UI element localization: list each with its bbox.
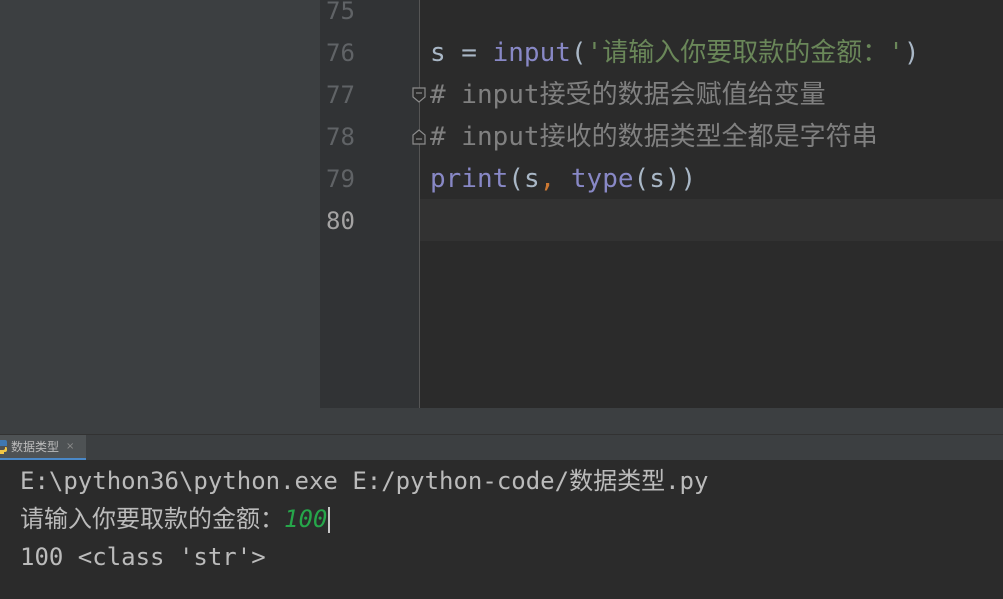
- code-area[interactable]: s = input('请输入你要取款的金额：') # input接受的数据会赋值…: [420, 0, 1003, 408]
- paren-token: (: [508, 164, 524, 194]
- console-output-line: 100 <class 'str'>: [20, 543, 266, 571]
- operator-token: =: [445, 38, 493, 68]
- paren-token: )): [664, 164, 697, 194]
- code-line-78[interactable]: # input接收的数据类型全都是字符串: [430, 116, 878, 158]
- current-line-highlight: [420, 199, 1003, 241]
- comma-token: ,: [539, 164, 556, 194]
- project-tool-window[interactable]: [0, 0, 320, 434]
- ide-window: 75 76 77 78 79 80 s = input('请输入你要取款的金额：…: [0, 0, 1003, 599]
- line-number: 75: [326, 0, 355, 25]
- line-number: 78: [326, 123, 355, 151]
- line-number: 76: [326, 39, 355, 67]
- code-line-76[interactable]: s = input('请输入你要取款的金额：'): [430, 32, 920, 74]
- close-icon[interactable]: ×: [66, 441, 74, 452]
- variable-token: s: [649, 164, 665, 194]
- paren-token: (: [633, 164, 650, 194]
- console-prompt: 请输入你要取款的金额：: [20, 505, 284, 533]
- builtin-token: input: [492, 38, 571, 68]
- code-editor[interactable]: 75 76 77 78 79 80 s = input('请输入你要取款的金额：…: [320, 0, 1003, 408]
- run-tab-data-types[interactable]: 数据类型 ×: [0, 435, 86, 461]
- python-icon: [0, 439, 7, 454]
- builtin-token: type: [570, 164, 634, 194]
- line-number: 79: [326, 165, 355, 193]
- variable-token: s: [430, 38, 446, 68]
- paren-token: (: [570, 38, 587, 68]
- console-user-input[interactable]: 100: [284, 505, 327, 533]
- paren-token: ): [903, 38, 920, 68]
- builtin-token: print: [430, 164, 509, 194]
- string-token: '请输入你要取款的金额：': [586, 38, 904, 68]
- variable-token: s: [523, 164, 540, 194]
- line-number: 77: [326, 81, 355, 109]
- run-tab-label: 数据类型: [11, 440, 60, 454]
- console-prompt-line: 请输入你要取款的金额：100: [20, 500, 331, 538]
- line-number-gutter[interactable]: 75 76 77 78 79 80: [320, 0, 426, 408]
- run-console[interactable]: E:\python36\python.exe E:/python-code/数据…: [0, 460, 1003, 599]
- run-tool-window-tabs: 数据类型 ×: [0, 434, 1003, 461]
- console-command-line: E:\python36\python.exe E:/python-code/数据…: [20, 467, 709, 495]
- code-line-77[interactable]: # input接受的数据会赋值给变量: [430, 74, 826, 116]
- text-caret: [328, 507, 331, 533]
- line-number-current: 80: [326, 207, 355, 235]
- editor-horizontal-scrollbar[interactable]: [320, 408, 1003, 434]
- code-line-79[interactable]: print(s, type(s)): [430, 158, 696, 200]
